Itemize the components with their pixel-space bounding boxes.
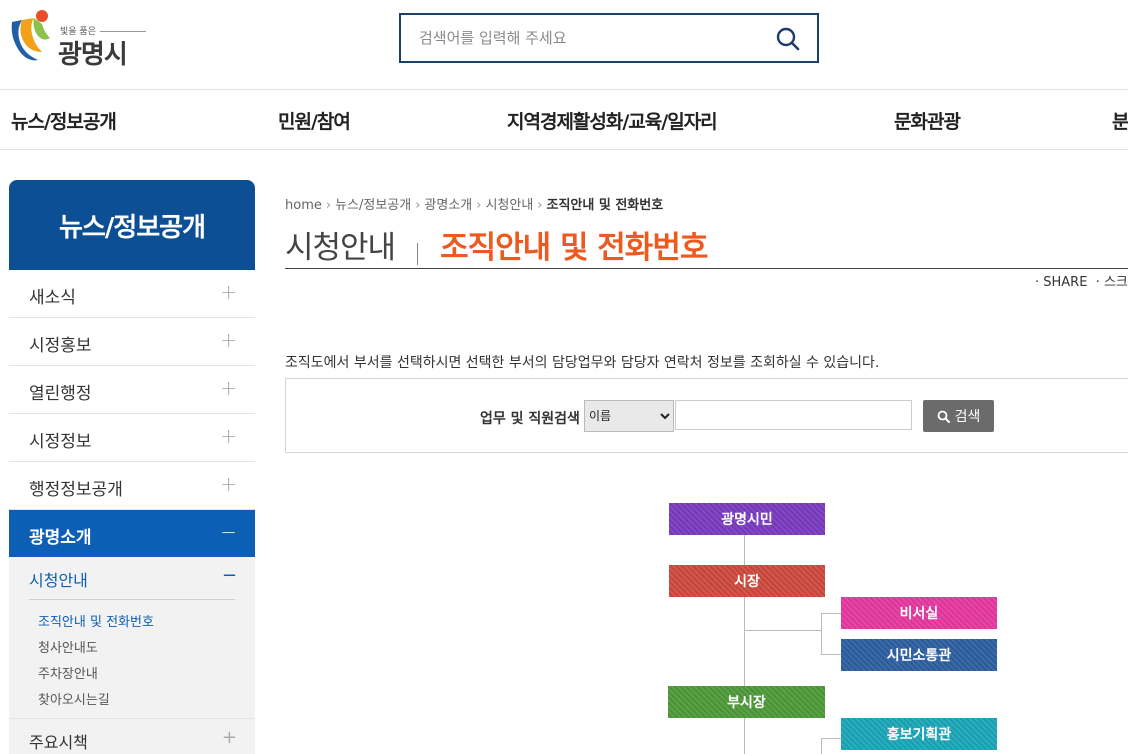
org-box-mayor[interactable]: 시장	[669, 565, 825, 597]
chevron-right-icon: ›	[476, 198, 482, 213]
share-button[interactable]: · SHARE	[1035, 275, 1087, 290]
scrap-button[interactable]: · 스크	[1096, 275, 1128, 290]
sidebar-item-label: 새소식	[29, 288, 76, 308]
org-branch-line	[744, 630, 822, 631]
breadcrumb-home[interactable]: home	[285, 198, 322, 213]
gnb-news-info[interactable]: 뉴스/정보공개	[11, 107, 117, 134]
org-box-vice-mayor[interactable]: 부시장	[668, 686, 825, 718]
sidebar-item-label: 시정홍보	[29, 336, 92, 356]
org-branch-line	[821, 738, 841, 739]
sidebar-item-city-info[interactable]: 시정정보 +	[9, 414, 255, 462]
chevron-right-icon: ›	[537, 198, 543, 213]
plus-icon: +	[220, 472, 237, 496]
share-bar: · SHARE · 스크	[1035, 271, 1128, 290]
sidebar-title: 뉴스/정보공개	[9, 180, 255, 270]
org-box-pr-planning[interactable]: 홍보기획관	[841, 718, 997, 750]
staff-search-button[interactable]: 검색	[923, 400, 994, 432]
sidebar-item-label: 시정정보	[29, 432, 92, 452]
site-search	[399, 13, 819, 63]
gnb-culture-tourism[interactable]: 문화관광	[894, 107, 961, 134]
breadcrumb: home › 뉴스/정보공개 › 광명소개 › 시청안내 › 조직안내 및 전화번호	[285, 194, 663, 213]
site-logo[interactable]: 빛을 품은 광명시	[8, 8, 138, 70]
submenu-link-building-map[interactable]: 청사안내도	[38, 637, 98, 656]
plus-icon: +	[220, 280, 237, 304]
chevron-right-icon: ›	[415, 198, 421, 213]
minus-icon: −	[220, 520, 237, 544]
submenu-divider	[29, 599, 235, 600]
page-title: 조직안내 및 전화번호	[440, 230, 708, 266]
breadcrumb-city-hall[interactable]: 시청안내	[485, 198, 533, 213]
sidebar-item-label: 광명소개	[29, 528, 92, 548]
site-search-input[interactable]	[419, 27, 759, 49]
staff-search-panel: 업무 및 직원검색 이름 검색	[285, 378, 1128, 453]
staff-search-input[interactable]	[675, 400, 912, 430]
title-divider	[417, 242, 419, 265]
org-box-communication[interactable]: 시민소통관	[841, 639, 997, 671]
org-branch-line	[821, 654, 841, 655]
site-header: 빛을 품은 광명시	[0, 0, 1128, 90]
search-icon[interactable]	[775, 26, 801, 52]
plus-icon: +	[220, 328, 237, 352]
page-heading: 시청안내 조직안내 및 전화번호	[285, 222, 708, 267]
plus-icon: +	[221, 727, 237, 748]
breadcrumb-current: 조직안내 및 전화번호	[546, 198, 664, 213]
gnb-civil-participation[interactable]: 민원/참여	[278, 107, 351, 134]
org-box-citizen[interactable]: 광명시민	[669, 503, 825, 535]
staff-search-button-label: 검색	[954, 409, 981, 425]
sidebar-item-label: 행정정보공개	[29, 480, 123, 500]
minus-icon: −	[221, 565, 237, 586]
gnb-economy-education-jobs[interactable]: 지역경제활성화/교육/일자리	[507, 107, 718, 134]
sidebar-item-major-policy[interactable]: 주요시책 +	[9, 718, 255, 754]
sidebar-submenu: 시청안내 − 조직안내 및 전화번호 청사안내도 주차장안내 찾아오시는길	[9, 557, 255, 718]
title-underline	[285, 268, 1128, 269]
sidebar-item-admin-disclosure[interactable]: 행정정보공개 +	[9, 462, 255, 510]
search-type-select[interactable]: 이름	[584, 400, 674, 432]
gnb-item-cut-off[interactable]: 분	[1112, 107, 1128, 134]
sidebar-item-city-pr[interactable]: 시정홍보 +	[9, 318, 255, 366]
org-branch-line	[821, 613, 841, 614]
org-branch-line	[821, 613, 822, 655]
gwangmyeong-logo-icon	[11, 10, 50, 61]
logo-name: 광명시	[58, 40, 128, 70]
plus-icon: +	[220, 424, 237, 448]
page-parent-title: 시청안내	[285, 230, 396, 266]
sidebar-item-label: 열린행정	[29, 384, 92, 404]
main-navigation: 뉴스/정보공개 민원/참여 지역경제활성화/교육/일자리 문화관광 분	[0, 90, 1128, 150]
org-box-secretary[interactable]: 비서실	[841, 597, 997, 629]
sidebar-item-label: 주요시책	[29, 733, 88, 752]
sidebar-item-news[interactable]: 새소식 +	[9, 270, 255, 318]
staff-search-label: 업무 및 직원검색	[480, 411, 580, 427]
intro-text: 조직도에서 부서를 선택하시면 선택한 부서의 담당업무와 담당자 연락처 정보…	[285, 355, 880, 371]
breadcrumb-about[interactable]: 광명소개	[424, 198, 472, 213]
search-icon	[937, 410, 950, 423]
chevron-right-icon: ›	[325, 198, 332, 213]
plus-icon: +	[220, 376, 237, 400]
sidebar-item-about-gwangmyeong[interactable]: 광명소개 −	[9, 510, 255, 557]
submenu-link-org-phone[interactable]: 조직안내 및 전화번호	[38, 611, 154, 630]
sidebar-item-open-admin[interactable]: 열린행정 +	[9, 366, 255, 414]
submenu-city-hall-guide[interactable]: 시청안내	[29, 567, 88, 591]
org-branch-line	[821, 738, 822, 754]
breadcrumb-news-info[interactable]: 뉴스/정보공개	[335, 198, 411, 213]
submenu-link-parking[interactable]: 주차장안내	[38, 663, 98, 682]
submenu-link-directions[interactable]: 찾아오시는길	[38, 689, 110, 708]
